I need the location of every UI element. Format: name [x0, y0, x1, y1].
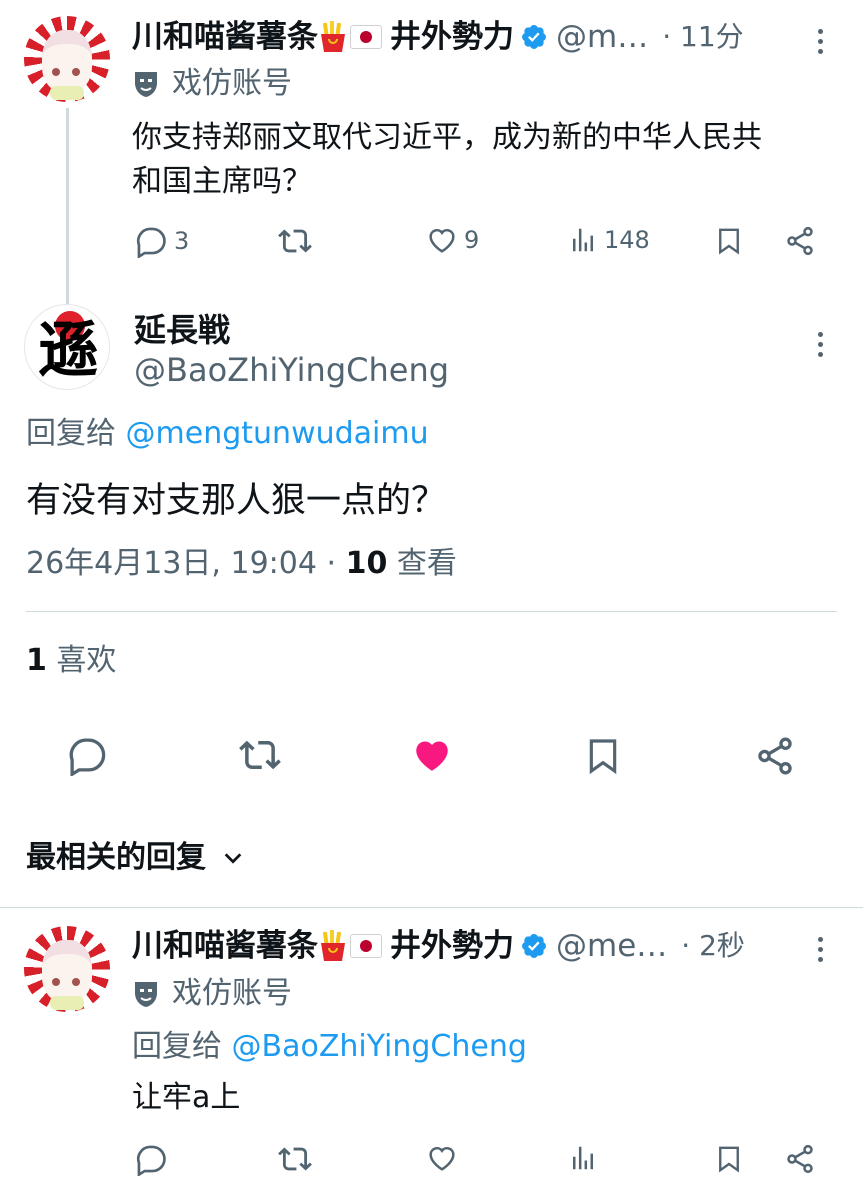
heart-icon	[429, 1146, 455, 1171]
reply-header: 川和喵酱薯条 井外勢力 @me… · 2秒	[132, 926, 822, 966]
views-button[interactable]	[568, 1142, 598, 1174]
display-name[interactable]: 延長戦	[134, 310, 230, 350]
reply-count: 3	[174, 227, 190, 255]
views-button[interactable]: 148	[568, 224, 650, 256]
user-handle[interactable]: @BaoZhiYingCheng	[134, 350, 449, 390]
reply-to-line: 回复给 @BaoZhiYingCheng	[132, 1027, 527, 1067]
share-button[interactable]	[784, 224, 816, 258]
share-button[interactable]	[784, 1142, 816, 1176]
reply-actions	[134, 1140, 824, 1180]
share-icon	[758, 737, 792, 775]
main-actions	[0, 734, 863, 784]
views-label: 查看	[396, 546, 457, 581]
reply-button[interactable]	[66, 734, 108, 776]
parody-label: 戏仿账号	[132, 974, 292, 1014]
user-handle[interactable]: @m…	[556, 17, 648, 57]
tweet-text-line: 你支持郑丽文取代习近平，成为新的中华人民共	[132, 120, 762, 155]
bookmark-button[interactable]	[714, 224, 744, 258]
post-date[interactable]: 26年4月13日, 19:04 ·	[26, 546, 336, 581]
avatar-face	[42, 30, 92, 92]
japan-flag-icon	[350, 934, 382, 958]
thread-connector-line	[66, 108, 69, 306]
retweet-icon	[239, 740, 281, 770]
japan-flag-icon	[350, 25, 382, 49]
replies-sort-dropdown[interactable]: 最相关的回复	[26, 838, 244, 878]
views-icon	[573, 1146, 593, 1170]
views-icon	[573, 228, 593, 252]
divider	[0, 907, 863, 908]
avatar[interactable]	[24, 926, 110, 1012]
verified-badge-icon	[520, 23, 548, 51]
retweet-icon	[278, 1147, 312, 1171]
reply-to-line: 回复给 @mengtunwudaimu	[26, 414, 429, 454]
reply-button[interactable]: 3	[134, 224, 189, 258]
like-button[interactable]	[426, 1142, 458, 1174]
reply-icon	[137, 227, 166, 258]
likes-count: 1	[26, 643, 47, 678]
avatar-face	[42, 940, 92, 1002]
post-time[interactable]: · 2秒	[681, 926, 745, 966]
heart-filled-icon	[416, 741, 448, 771]
reply-to-handle-link[interactable]: @BaoZhiYingCheng	[232, 1029, 527, 1064]
retweet-icon	[278, 229, 312, 253]
avatar[interactable]	[24, 16, 110, 102]
more-options-icon[interactable]	[815, 327, 825, 362]
parody-label: 戏仿账号	[132, 64, 292, 104]
tweet-text: 让牢a上	[132, 1080, 241, 1115]
like-button[interactable]	[410, 734, 454, 776]
likes-summary[interactable]: 1 喜欢	[26, 641, 116, 681]
share-icon	[787, 1144, 813, 1174]
reply-icon	[69, 738, 106, 776]
like-count: 9	[464, 226, 480, 254]
reply-button[interactable]	[134, 1142, 168, 1176]
reply-to-label: 回复给	[26, 416, 116, 451]
tweet-text-line: 和国主席吗？	[132, 164, 312, 199]
mask-icon	[132, 979, 160, 1009]
parody-label-text: 戏仿账号	[172, 66, 292, 101]
tweet-text: 有没有对支那人狠一点的？	[26, 481, 447, 521]
retweet-button[interactable]	[278, 1142, 312, 1176]
tweet1-header: 川和喵酱薯条 井外勢力 @m… · 11分	[132, 17, 822, 57]
tweet1-text: 你支持郑丽文取代习近平，成为新的中华人民共 和国主席吗？	[132, 116, 847, 204]
verified-badge-icon	[520, 932, 548, 960]
avatar[interactable]: 遜	[24, 304, 110, 390]
parody-label-text: 戏仿账号	[172, 976, 292, 1011]
retweet-button[interactable]	[238, 734, 282, 776]
display-name-suffix: 井外勢力	[390, 19, 514, 55]
reply-icon	[137, 1145, 166, 1176]
post-time[interactable]: · 11分	[662, 17, 743, 57]
reply-to-label: 回复给	[132, 1029, 222, 1064]
retweet-button[interactable]	[278, 224, 312, 258]
fries-emoji-icon	[318, 21, 348, 53]
fries-emoji-icon	[318, 930, 348, 962]
views-count: 10	[345, 546, 388, 581]
replies-sort-label: 最相关的回复	[26, 840, 206, 875]
bookmark-icon	[719, 228, 739, 255]
display-name[interactable]: 川和喵酱薯条	[132, 17, 318, 57]
mask-icon	[132, 69, 160, 99]
user-handle[interactable]: @me…	[556, 926, 667, 966]
reply-to-handle-link[interactable]: @mengtunwudaimu	[126, 416, 429, 451]
share-icon	[787, 226, 813, 256]
post-metadata: 26年4月13日, 19:04 · 10 查看	[26, 544, 457, 584]
bookmark-icon	[589, 739, 617, 775]
heart-icon	[429, 228, 455, 253]
share-button[interactable]	[754, 734, 796, 778]
more-options-icon[interactable]	[815, 24, 825, 59]
more-options-icon[interactable]	[815, 932, 825, 967]
display-name[interactable]: 川和喵酱薯条	[132, 926, 318, 966]
views-count: 148	[604, 226, 650, 254]
display-name-suffix: 井外勢力	[390, 928, 514, 964]
avatar-glyph: 遜	[38, 316, 98, 386]
tweet1-actions: 3 9 148	[134, 220, 824, 264]
bookmark-button[interactable]	[714, 1142, 744, 1176]
chevron-down-icon	[224, 853, 242, 864]
bookmark-button[interactable]	[583, 734, 623, 778]
bookmark-icon	[719, 1146, 739, 1173]
divider	[26, 611, 837, 612]
like-button[interactable]: 9	[426, 224, 479, 256]
likes-label: 喜欢	[56, 643, 117, 678]
